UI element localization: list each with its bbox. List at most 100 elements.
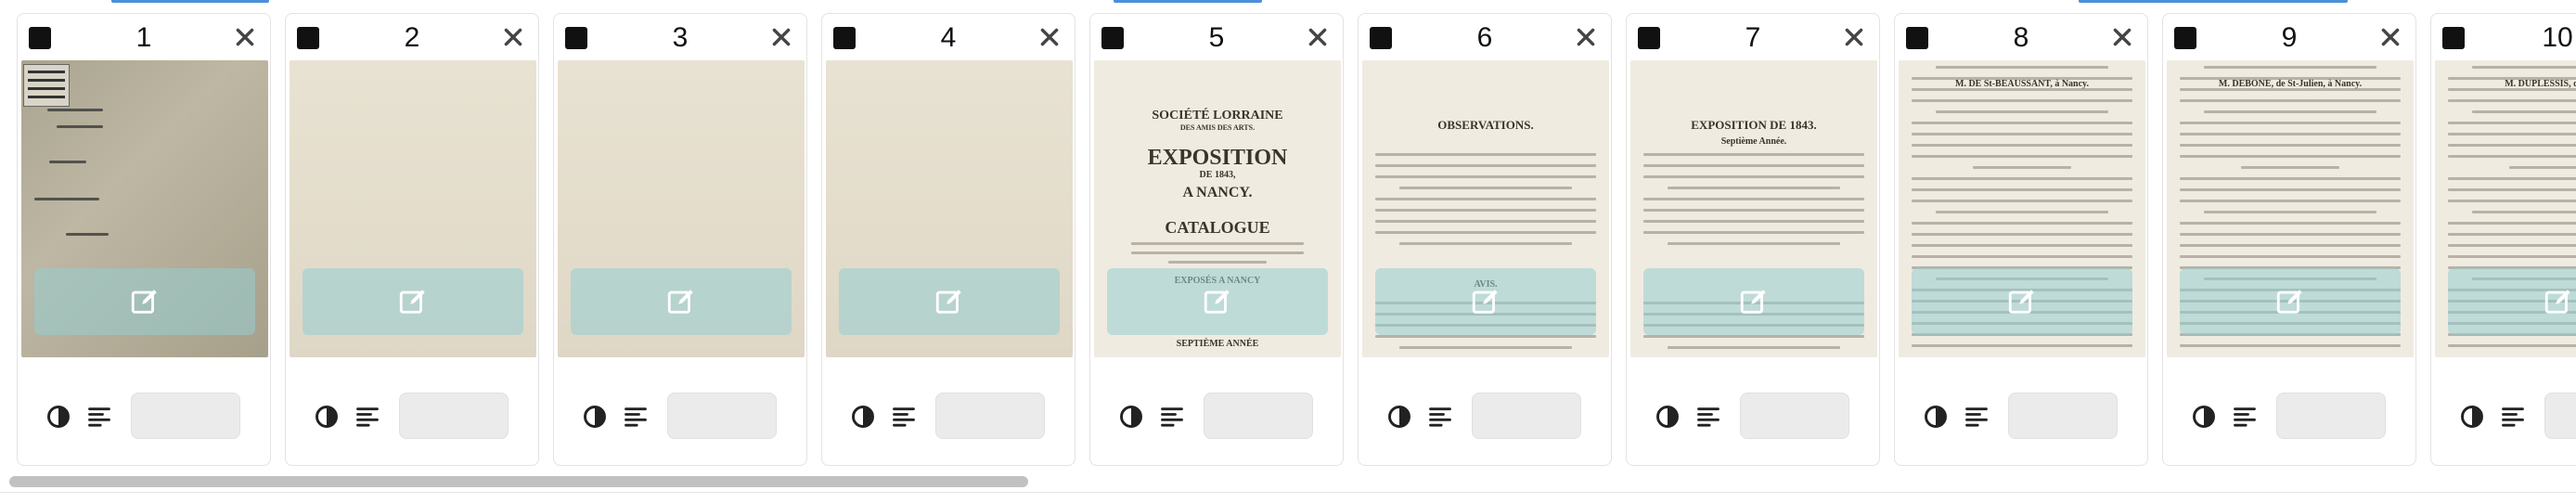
edit-icon <box>935 290 961 314</box>
close-icon[interactable] <box>2110 25 2134 49</box>
edit-overlay-button[interactable] <box>303 268 523 335</box>
page-label-input[interactable] <box>399 393 509 439</box>
page-thumbnail[interactable] <box>290 60 536 357</box>
text-lines-icon[interactable] <box>1427 405 1453 429</box>
text-lines-icon[interactable] <box>623 405 649 429</box>
close-icon[interactable] <box>501 25 525 49</box>
text-line <box>2472 110 2576 113</box>
page-thumbnail[interactable]: M. DUPLESSIS, de Nancy. <box>2435 60 2576 357</box>
close-icon[interactable] <box>1574 25 1598 49</box>
page-subheading: Septième Année. <box>1720 136 1787 147</box>
edit-overlay-button[interactable] <box>1912 268 2132 335</box>
contrast-icon[interactable] <box>314 404 340 430</box>
text-lines-icon[interactable] <box>86 405 112 429</box>
title-heading: EXPOSITION <box>1147 146 1288 170</box>
edit-overlay-button[interactable] <box>34 268 255 335</box>
page-thumbnail[interactable]: M. DEBONE, de St-Julien, à Nancy. <box>2167 60 2414 357</box>
text-line <box>1912 133 2132 135</box>
close-icon[interactable] <box>1306 25 1330 49</box>
edit-icon <box>399 290 425 314</box>
close-icon[interactable] <box>769 25 793 49</box>
page-card[interactable]: 4 <box>821 13 1075 466</box>
contrast-icon[interactable] <box>45 404 71 430</box>
contrast-icon[interactable] <box>2191 404 2217 430</box>
text-lines-icon[interactable] <box>354 405 380 429</box>
close-icon[interactable] <box>2378 25 2402 49</box>
contrast-icon[interactable] <box>850 404 876 430</box>
text-line <box>2509 166 2576 169</box>
edit-overlay-button[interactable] <box>1375 268 1596 335</box>
text-line <box>1912 222 2132 225</box>
page-label-input[interactable] <box>2544 393 2576 439</box>
page-card[interactable]: 8 M. DE St-BEAUSSANT, à Nancy. <box>1894 13 2148 466</box>
tab-segment[interactable] <box>1114 0 1262 3</box>
page-card[interactable]: 7 EXPOSITION DE 1843. Septième Année. <box>1626 13 1880 466</box>
title-heading: CATALOGUE <box>1165 218 1270 237</box>
contrast-icon <box>2461 406 2483 428</box>
page-label-input[interactable] <box>2276 393 2386 439</box>
text-line <box>2472 211 2576 213</box>
card-header: 3 <box>554 14 806 60</box>
page-thumbnail[interactable]: EXPOSITION DE 1843. Septième Année. <box>1630 60 1877 357</box>
text-line <box>2180 133 2401 135</box>
page-label-input[interactable] <box>1204 393 1313 439</box>
close-icon <box>2381 28 2400 46</box>
edit-icon <box>131 290 157 314</box>
page-thumbnail[interactable]: M. DE St-BEAUSSANT, à Nancy. <box>1899 60 2145 357</box>
contrast-icon[interactable] <box>1386 404 1412 430</box>
text-lines-icon[interactable] <box>2232 405 2258 429</box>
page-thumbnail[interactable] <box>558 60 805 357</box>
page-label-input[interactable] <box>667 393 777 439</box>
page-label-input[interactable] <box>1472 393 1581 439</box>
close-icon[interactable] <box>1842 25 1866 49</box>
horizontal-scrollbar[interactable] <box>0 471 2576 490</box>
page-label-input[interactable] <box>1740 393 1849 439</box>
close-icon[interactable] <box>1037 25 1062 49</box>
text-line <box>1936 66 2108 69</box>
text-lines-icon[interactable] <box>891 405 917 429</box>
scrollbar-thumb[interactable] <box>9 476 1028 487</box>
page-card[interactable]: 1 <box>17 13 271 466</box>
close-icon[interactable] <box>233 25 257 49</box>
text-lines-icon[interactable] <box>1964 405 1990 429</box>
edit-overlay-button[interactable] <box>571 268 792 335</box>
text-line <box>1375 335 1596 338</box>
page-label-input[interactable] <box>935 393 1045 439</box>
tab-segment[interactable] <box>111 0 269 3</box>
text-lines-icon[interactable] <box>1159 405 1185 429</box>
contrast-icon[interactable] <box>1118 404 1144 430</box>
edit-overlay-button[interactable] <box>2448 268 2576 335</box>
contrast-icon[interactable] <box>1655 404 1681 430</box>
text-line <box>1973 166 2071 169</box>
page-card[interactable]: 9 M. DEBONE, de St-Julien, à Nancy. <box>2162 13 2416 466</box>
text-line <box>1912 200 2132 202</box>
page-thumbnail[interactable] <box>826 60 1073 357</box>
text-lines-icon[interactable] <box>1695 405 1721 429</box>
edit-overlay-button[interactable] <box>2180 268 2401 335</box>
text-line <box>1912 99 2132 102</box>
page-label-input[interactable] <box>131 393 240 439</box>
text-line <box>1668 242 1840 245</box>
card-header: 4 <box>822 14 1075 60</box>
page-thumbnail[interactable]: SOCIÉTÉ LORRAINE DES AMIS DES ARTS. EXPOSI… <box>1094 60 1341 357</box>
page-card[interactable]: 2 <box>285 13 539 466</box>
tab-segment[interactable] <box>2079 0 2218 3</box>
page-card[interactable]: 10 M. DUPLESSIS, de Nancy. <box>2430 13 2576 466</box>
contrast-icon <box>1925 406 1947 428</box>
edit-overlay-button[interactable] <box>839 268 1060 335</box>
page-card[interactable]: 6OBSERVATIONS.AVIS. <box>1358 13 1612 466</box>
edit-overlay-button[interactable] <box>1643 268 1864 335</box>
card-toolbar <box>2163 393 2415 439</box>
contrast-icon[interactable] <box>1923 404 1949 430</box>
text-lines-icon[interactable] <box>2500 405 2526 429</box>
edit-overlay-button[interactable] <box>1107 268 1328 335</box>
page-thumbnail[interactable] <box>21 60 268 357</box>
contrast-icon[interactable] <box>2459 404 2485 430</box>
contrast-icon[interactable] <box>582 404 608 430</box>
page-card[interactable]: 3 <box>553 13 807 466</box>
card-header: 8 <box>1895 14 2147 60</box>
page-label-input[interactable] <box>2008 393 2118 439</box>
page-thumbnail[interactable]: OBSERVATIONS.AVIS. <box>1362 60 1609 357</box>
page-card[interactable]: 5 SOCIÉTÉ LORRAINE DES AMIS DES ARTS. EXPOS… <box>1089 13 1344 466</box>
tab-segment[interactable] <box>2209 0 2348 3</box>
